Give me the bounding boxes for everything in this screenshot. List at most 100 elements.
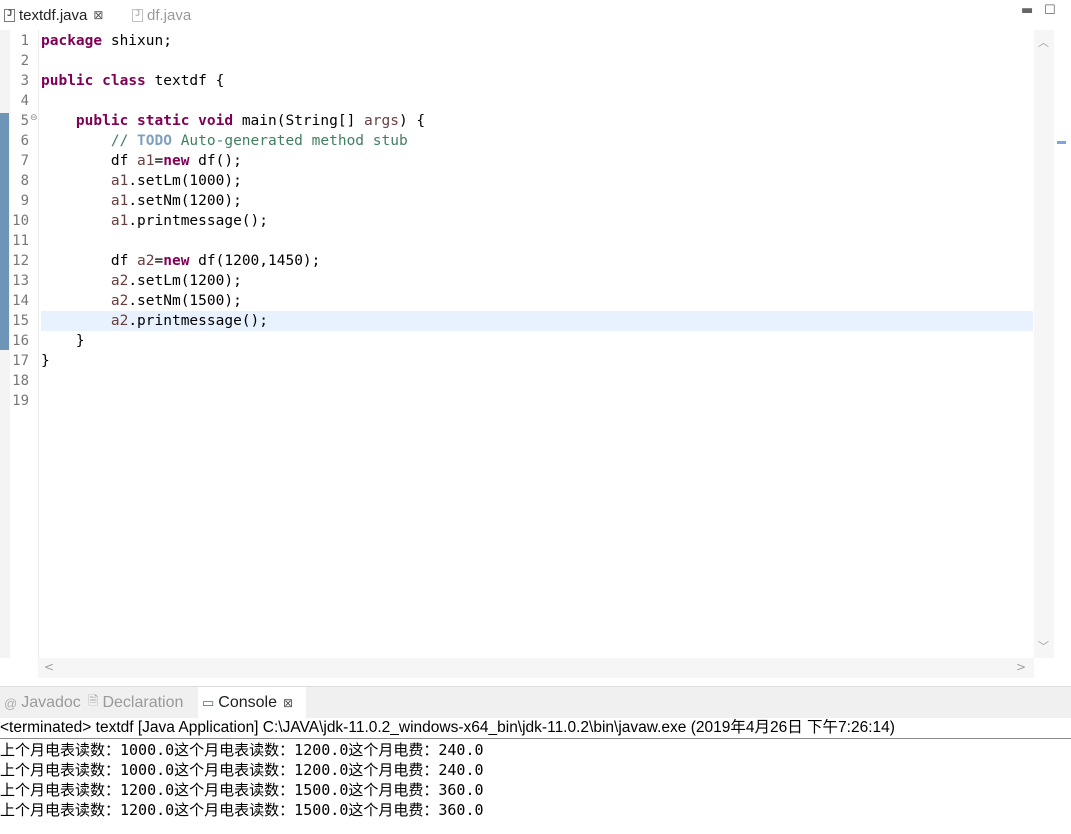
code-line[interactable] — [41, 91, 1033, 111]
console-icon: ▭ — [202, 695, 215, 710]
minimize-icon[interactable]: ▬ — [1021, 3, 1033, 18]
code-token: } — [41, 353, 50, 369]
tab-label: textdf.java — [19, 6, 88, 24]
code-token: df(1200,1450); — [189, 253, 321, 269]
code-line[interactable]: df a2=new df(1200,1450); — [41, 251, 1033, 271]
line-number: 4 — [20, 93, 29, 109]
code-line[interactable]: a2.printmessage(); — [41, 311, 1033, 331]
code-token: textdf { — [145, 73, 225, 89]
code-area[interactable]: package shixun; public class textdf { pub… — [41, 30, 1033, 658]
line-number: 17 — [12, 353, 29, 369]
code-line[interactable] — [41, 371, 1033, 391]
code-token: a2 — [137, 253, 155, 269]
tab-textdf-java[interactable]: J textdf.java ⊠ — [0, 0, 122, 30]
code-token: new — [163, 253, 190, 269]
code-line[interactable]: public static void main(String[] args) { — [41, 111, 1033, 131]
line-number: 2 — [20, 53, 29, 69]
close-icon[interactable]: ⊠ — [93, 8, 103, 22]
vertical-scrollbar[interactable]: ︿ ﹀ — [1034, 30, 1054, 658]
code-token: a2 — [110, 293, 129, 309]
code-line[interactable] — [41, 51, 1033, 71]
code-line[interactable]: df a1=new df(); — [41, 151, 1033, 171]
console-line: 上个月电表读数：1200.0这个月电表读数：1500.0这个月电费：360.0 — [0, 781, 484, 799]
code-token: .setNm(1200); — [128, 193, 242, 209]
line-number: 19 — [12, 393, 29, 409]
code-token: = — [154, 253, 164, 269]
console-line: 上个月电表读数：1000.0这个月电表读数：1200.0这个月电费：240.0 — [0, 761, 484, 779]
code-token: // — [110, 133, 138, 149]
javadoc-icon: @ — [4, 695, 18, 711]
code-line[interactable] — [41, 391, 1033, 411]
code-line[interactable]: // TODO Auto-generated method stub — [41, 131, 1033, 151]
scroll-right-icon[interactable]: > — [1016, 660, 1026, 674]
code-line[interactable]: a1.setNm(1200); — [41, 191, 1033, 211]
code-token: public — [75, 113, 129, 129]
code-line[interactable]: a2.setLm(1200); — [41, 271, 1033, 291]
java-file-icon: J — [4, 8, 15, 22]
code-token: df(); — [189, 153, 242, 169]
code-line[interactable]: public class textdf { — [41, 71, 1033, 91]
line-number: 12 — [12, 253, 29, 269]
tab-label: Declaration — [102, 694, 184, 711]
code-token: Auto-generated method stub — [171, 133, 408, 149]
code-line[interactable]: a2.setNm(1500); — [41, 291, 1033, 311]
code-token: main(String[] — [233, 113, 365, 129]
code-token: ) { — [398, 113, 426, 129]
code-token: args — [364, 113, 399, 129]
terminated-status: <terminated> textdf [Java Application] C… — [0, 718, 1071, 739]
code-line[interactable]: } — [41, 351, 1033, 371]
line-number: 11 — [12, 233, 29, 249]
code-token: a1 — [137, 153, 155, 169]
code-token: = — [154, 153, 164, 169]
tab-label: Console — [218, 694, 277, 711]
editor-tab-bar: J textdf.java ⊠ J df.java ▬ ☐ — [0, 0, 1071, 30]
line-number-gutter: 1 2 3 4 5 ⊖ 6 7 8 9 10 11 12 13 14 15 16 17 18 19 — [10, 30, 39, 658]
code-line[interactable]: a1.setLm(1000); — [41, 171, 1033, 191]
code-line[interactable] — [41, 231, 1033, 251]
line-number: 8 — [20, 173, 29, 189]
code-editor[interactable]: 1 2 3 4 5 ⊖ 6 7 8 9 10 11 12 13 14 15 16 17 18 19 package s… — [0, 30, 1071, 678]
overview-marker[interactable] — [1057, 141, 1066, 144]
code-token: a1 — [110, 193, 129, 209]
fold-collapse-icon[interactable]: ⊖ — [30, 113, 38, 123]
code-line[interactable]: package shixun; — [41, 31, 1033, 51]
scroll-left-icon[interactable]: < — [44, 660, 54, 674]
code-line[interactable]: } — [41, 331, 1033, 351]
line-number: 14 — [12, 293, 29, 309]
code-token: a1 — [110, 213, 129, 229]
code-token: a1 — [110, 173, 129, 189]
console-output[interactable]: <terminated> textdf [Java Application] C… — [0, 718, 1071, 834]
tab-declaration[interactable]: 🗎 Declaration — [88, 687, 196, 719]
code-token: df — [41, 153, 138, 169]
code-token: .printmessage(); — [128, 313, 268, 329]
code-token: } — [41, 333, 85, 349]
scroll-up-icon[interactable]: ︿ — [1038, 34, 1049, 50]
code-token: df — [41, 253, 138, 269]
code-token: shixun; — [102, 33, 172, 49]
scroll-down-icon[interactable]: ﹀ — [1038, 638, 1049, 654]
code-token: void — [198, 113, 234, 129]
maximize-icon[interactable]: ☐ — [1044, 3, 1056, 18]
code-line[interactable]: a1.printmessage(); — [41, 211, 1033, 231]
line-number: 1 — [20, 33, 29, 49]
line-number: 13 — [12, 273, 29, 289]
tab-console[interactable]: ▭ Console ⊠ — [198, 687, 306, 719]
tab-df-java[interactable]: J df.java — [128, 0, 208, 30]
tab-javadoc[interactable]: @ Javadoc — [4, 687, 84, 719]
line-number: 6 — [20, 133, 29, 149]
horizontal-scrollbar[interactable]: < > — [38, 658, 1034, 678]
tab-label: Javadoc — [21, 694, 81, 711]
overview-ruler — [1054, 30, 1071, 658]
close-icon[interactable]: ⊠ — [283, 696, 293, 710]
code-token: .setLm(1000); — [128, 173, 242, 189]
